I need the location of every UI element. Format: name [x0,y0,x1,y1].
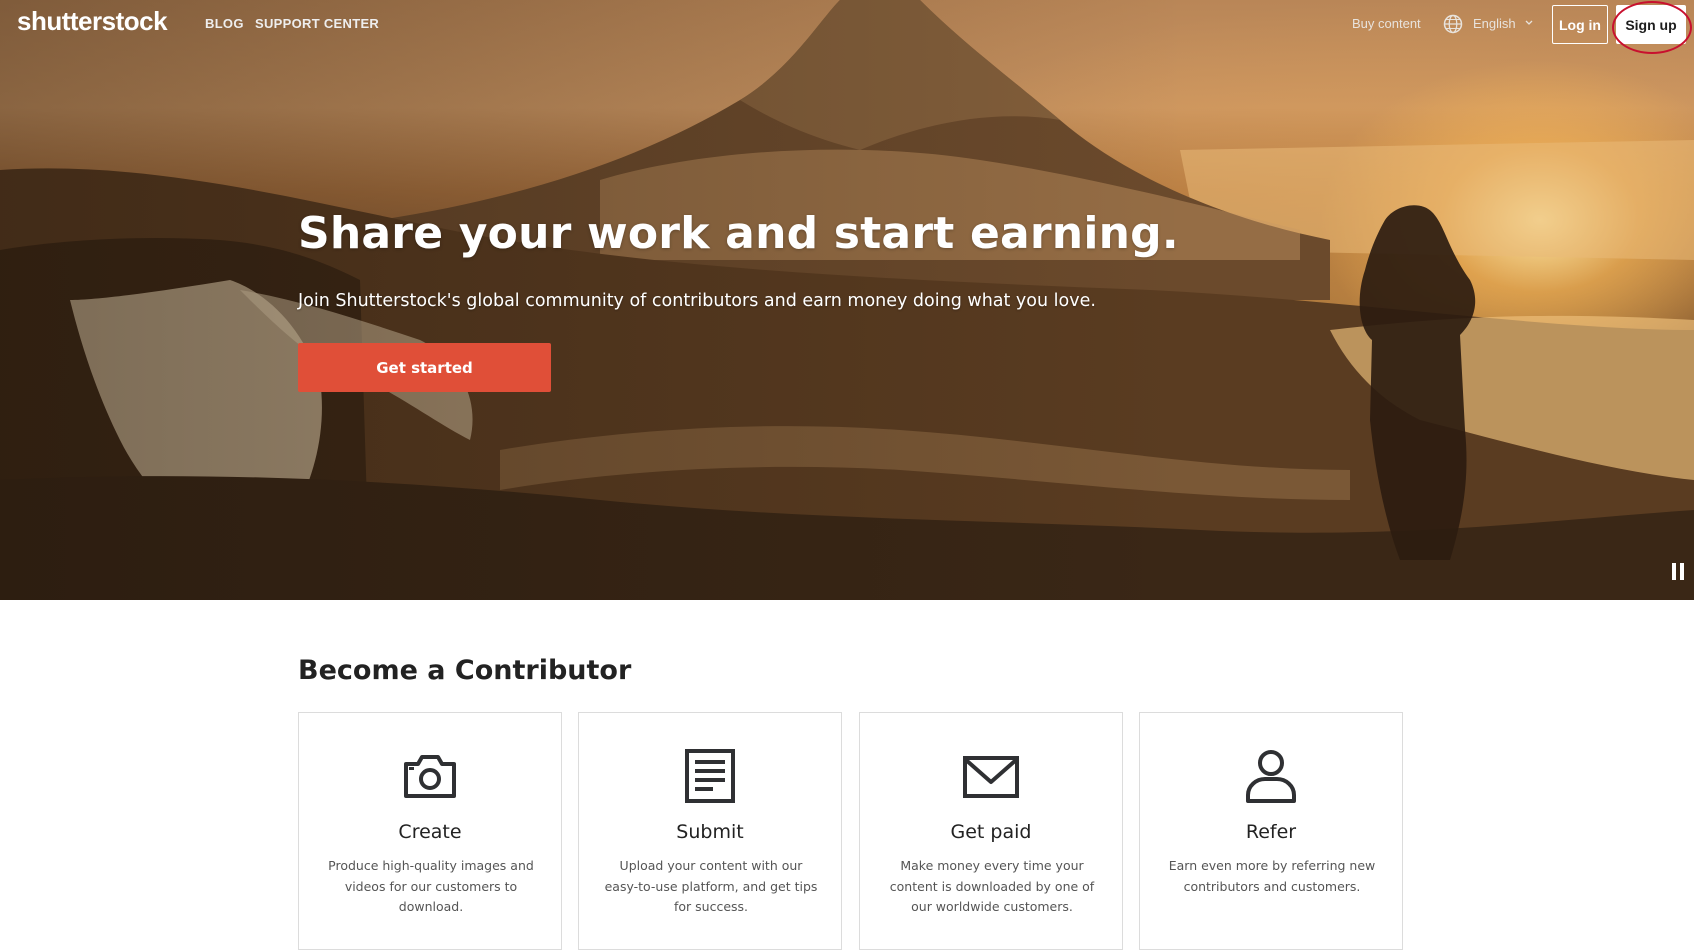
top-navigation: shutterstock BLOG SUPPORT CENTER Buy con… [0,0,1694,54]
card-create: Create Produce high-quality images and v… [298,712,562,950]
section-title: Become a Contributor [298,655,632,686]
buy-content-link[interactable]: Buy content [1352,16,1421,31]
card-refer: Refer Earn even more by referring new co… [1139,712,1403,950]
card-submit: Submit Upload your content with our easy… [578,712,842,950]
person-icon [1246,750,1296,803]
camera-icon [404,755,456,798]
get-started-button[interactable]: Get started [298,343,551,392]
globe-icon[interactable] [1443,14,1463,34]
document-icon [685,749,735,803]
card-title: Refer [1245,821,1297,843]
signup-button[interactable]: Sign up [1616,5,1686,44]
hero-subtitle: Join Shutterstock's global community of … [298,291,1096,311]
card-description: Upload your content with our easy-to-use… [604,858,818,914]
card-title: Get paid [950,821,1032,843]
pause-video-icon[interactable] [1670,563,1686,581]
card-title: Create [398,821,462,843]
card-get-paid: Get paid Make money every time your cont… [859,712,1123,950]
login-button[interactable]: Log in [1552,5,1608,44]
shutterstock-logo[interactable]: shutterstock [17,6,168,37]
envelope-icon [963,756,1019,798]
nav-link-support-center[interactable]: SUPPORT CENTER [255,16,379,31]
card-description: Earn even more by referring new contribu… [1168,858,1376,894]
chevron-down-icon [1525,20,1533,25]
nav-link-blog[interactable]: BLOG [205,16,244,31]
card-description: Make money every time your content is do… [889,858,1095,914]
hero-title: Share your work and start earning. [298,208,1179,259]
card-title: Submit [676,821,744,843]
card-description: Produce high-quality images and videos f… [328,858,534,914]
language-selector[interactable]: English [1473,16,1516,31]
